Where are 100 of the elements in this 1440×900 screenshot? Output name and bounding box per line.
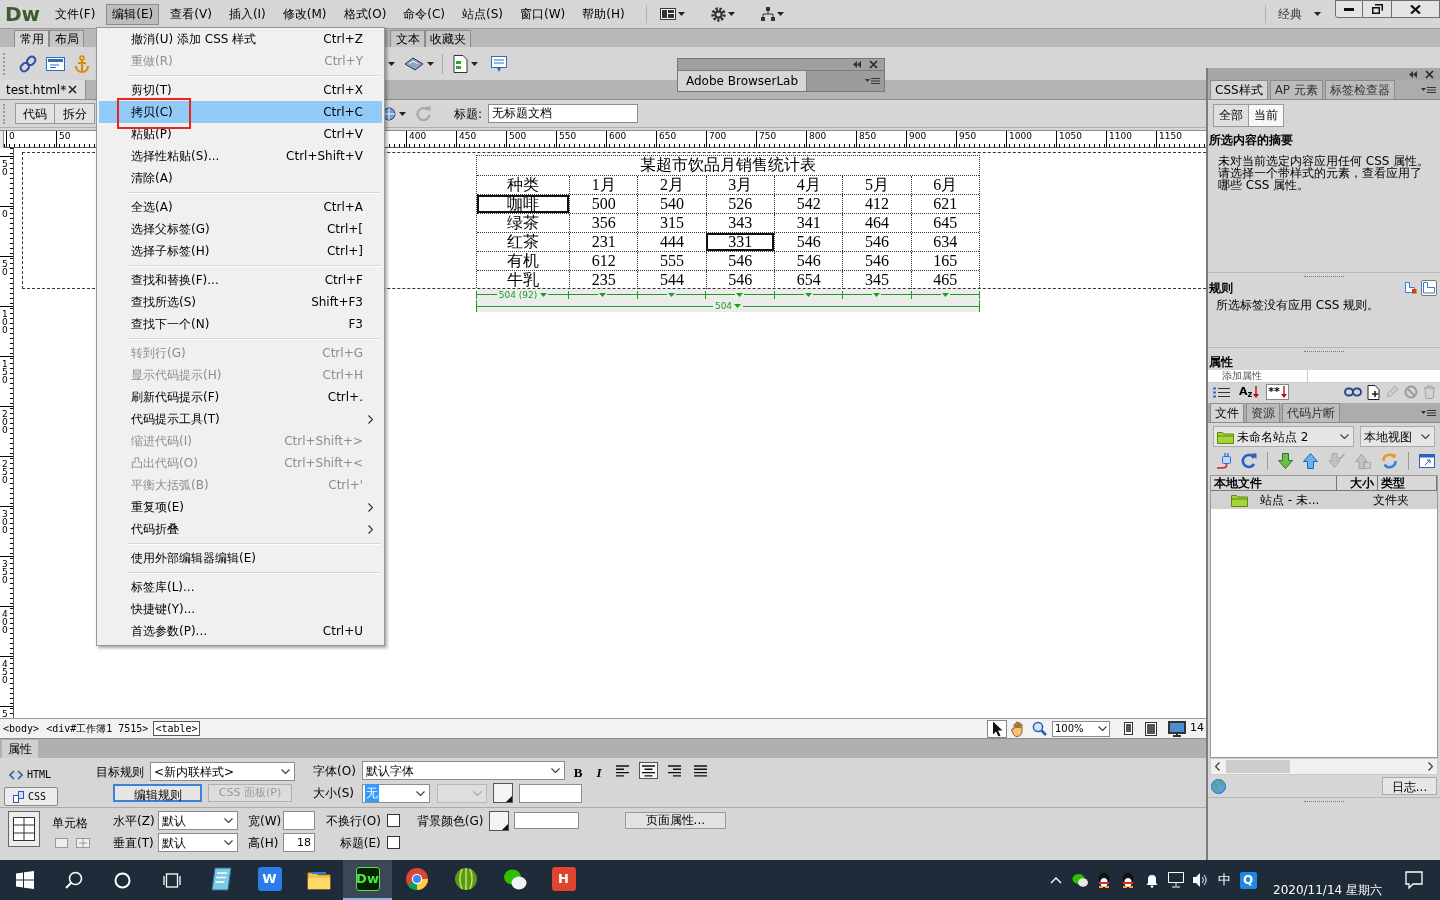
view-button[interactable]: 拆分 <box>55 103 95 124</box>
zoom-select[interactable]: 100% <box>1052 720 1110 737</box>
single-cell-icon[interactable] <box>55 838 68 848</box>
menu-item[interactable]: 查找所选(S) Shift+F3 <box>99 291 382 313</box>
restore-button[interactable] <box>1363 0 1392 18</box>
font-select[interactable]: 默认字体 <box>362 761 565 780</box>
site-select[interactable]: 未命名站点 2 <box>1213 426 1354 447</box>
tag-selector[interactable]: <div#工作簿1 7515> <box>44 721 151 736</box>
attach-stylesheet-button[interactable] <box>1344 387 1362 397</box>
menu-item[interactable]: 代码提示工具(T) <box>99 408 382 430</box>
menu-item[interactable]: 标签库(L)... <box>99 576 382 598</box>
panel-tab[interactable]: 资源 <box>1246 403 1280 422</box>
panel-menu-button[interactable] <box>1421 86 1436 94</box>
document-button[interactable] <box>453 54 478 73</box>
column-header[interactable]: 大小 <box>1337 476 1378 490</box>
clock-date[interactable]: 2020/11/14 星期六 <box>1273 883 1382 897</box>
template-button[interactable] <box>404 56 434 71</box>
workspace-switcher[interactable]: 经典 <box>1276 4 1323 24</box>
menu-item[interactable]: 查找和替换(F)... Ctrl+F <box>99 269 382 291</box>
align-left-button[interactable] <box>613 762 632 779</box>
panel-menu-button[interactable] <box>1421 409 1436 417</box>
panel-tab[interactable]: Adobe BrowserLab <box>678 71 808 91</box>
divided-cell-icon[interactable] <box>76 838 90 848</box>
close-icon[interactable] <box>1425 69 1434 79</box>
column-header[interactable]: 类型 <box>1378 476 1437 490</box>
menu[interactable]: 帮助(H) <box>576 3 631 25</box>
log-button[interactable]: 日志... <box>1382 777 1437 795</box>
horizontal-align-select[interactable]: 默认 <box>158 811 238 830</box>
file-row[interactable]: 站点 - 未... 文件夹 <box>1211 491 1437 509</box>
menu[interactable]: 编辑(E) <box>106 3 160 25</box>
panel-menu-button[interactable] <box>865 77 880 85</box>
menu-item[interactable]: 首选参数(P)... Ctrl+U <box>99 620 382 642</box>
view-select[interactable]: 本地视图 <box>1360 426 1435 447</box>
menu-item[interactable]: 重复项(E) <box>99 496 382 518</box>
page-properties-button[interactable]: 页面属性... <box>624 812 726 829</box>
info-view-button[interactable] <box>1421 280 1437 296</box>
align-center-button[interactable] <box>639 762 658 779</box>
taskbar-app[interactable]: Dw <box>343 860 392 900</box>
tag-selector[interactable]: <body> <box>1 721 42 736</box>
set-view-button[interactable]: ** <box>1266 384 1289 400</box>
pointer-tool-button[interactable] <box>987 719 1007 738</box>
menu-item[interactable]: 拷贝(C) Ctrl+C <box>99 101 382 123</box>
menu-item[interactable]: 剪切(T) Ctrl+X <box>99 79 382 101</box>
input-method-button[interactable]: 中 <box>1212 860 1236 900</box>
mode-button[interactable]: 当前 <box>1249 103 1284 127</box>
italic-button[interactable]: I <box>592 762 606 779</box>
menu[interactable]: 插入(I) <box>222 3 272 25</box>
connect-button[interactable] <box>1217 453 1231 469</box>
target-rule-select[interactable]: <新内联样式> <box>150 762 295 781</box>
color-input[interactable] <box>513 812 579 829</box>
phone-size-icon[interactable] <box>1124 722 1133 735</box>
scrollbar-thumb[interactable] <box>1226 760 1290 773</box>
panel-tab[interactable]: AP 元素 <box>1269 80 1323 99</box>
menu[interactable]: 修改(M) <box>276 3 333 25</box>
tab[interactable]: 常用 <box>14 30 49 47</box>
close-icon[interactable] <box>869 60 878 69</box>
collapse-icon[interactable] <box>1409 70 1417 78</box>
checkbox[interactable] <box>386 836 400 849</box>
globe-icon[interactable] <box>1211 778 1226 794</box>
justify-button[interactable] <box>691 762 710 779</box>
horizontal-scrollbar[interactable] <box>1210 758 1438 775</box>
new-rule-button[interactable] <box>1367 384 1380 400</box>
width-input[interactable] <box>283 811 315 830</box>
menu[interactable]: 查看(V) <box>164 3 218 25</box>
menu[interactable]: 文件(F) <box>49 3 102 25</box>
tag-selector[interactable]: <table> <box>153 721 200 736</box>
cascade-view-button[interactable] <box>1403 280 1419 296</box>
tablet-size-icon[interactable] <box>1145 721 1157 736</box>
view-button[interactable]: 代码 <box>15 103 55 124</box>
css-mode-button[interactable]: CSS <box>4 787 58 806</box>
align-right-button[interactable] <box>665 762 684 779</box>
menu[interactable]: 窗口(W) <box>514 3 572 25</box>
tab[interactable]: 收藏夹 <box>425 30 471 47</box>
menu[interactable]: 格式(O) <box>337 3 393 25</box>
vertical-align-select[interactable]: 默认 <box>158 833 238 852</box>
menu-item[interactable]: 刷新代码提示(F) Ctrl+. <box>99 386 382 408</box>
bold-button[interactable]: B <box>571 762 585 779</box>
panel-tab[interactable]: 文件 <box>1210 403 1244 422</box>
panel-tab[interactable]: 标签检查器 <box>1324 80 1395 99</box>
refresh-button[interactable] <box>1241 453 1257 469</box>
monitor-size-icon[interactable] <box>1168 720 1186 737</box>
color-swatch-icon[interactable] <box>493 783 513 803</box>
menu-item[interactable]: 选择父标签(G) Ctrl+[ <box>99 218 382 240</box>
html-mode-button[interactable]: HTML <box>4 765 58 784</box>
menu[interactable]: 站点(S) <box>456 3 510 25</box>
sync-button[interactable] <box>1381 453 1398 469</box>
menu-item[interactable]: 快捷键(Y)... <box>99 598 382 620</box>
minimize-button[interactable] <box>1335 0 1363 18</box>
menu[interactable]: 命令(C) <box>397 3 452 25</box>
menu-item[interactable]: 代码折叠 <box>99 518 382 540</box>
expand-button[interactable] <box>1419 454 1435 468</box>
menu-item[interactable]: 清除(A) <box>99 167 382 189</box>
tab[interactable]: 布局 <box>49 30 84 47</box>
menu-item[interactable]: 全选(A) Ctrl+A <box>99 196 382 218</box>
checkbox[interactable] <box>386 814 400 827</box>
panel-tab[interactable]: CSS样式 <box>1210 80 1268 99</box>
menu-item[interactable]: 撤消(U) 添加 CSS 样式 Ctrl+Z <box>99 28 382 50</box>
menu-item[interactable]: 使用外部编辑器编辑(E) <box>99 547 382 569</box>
document-tab[interactable]: test.html* <box>0 80 86 99</box>
taskbar-app[interactable]: W <box>245 860 294 900</box>
